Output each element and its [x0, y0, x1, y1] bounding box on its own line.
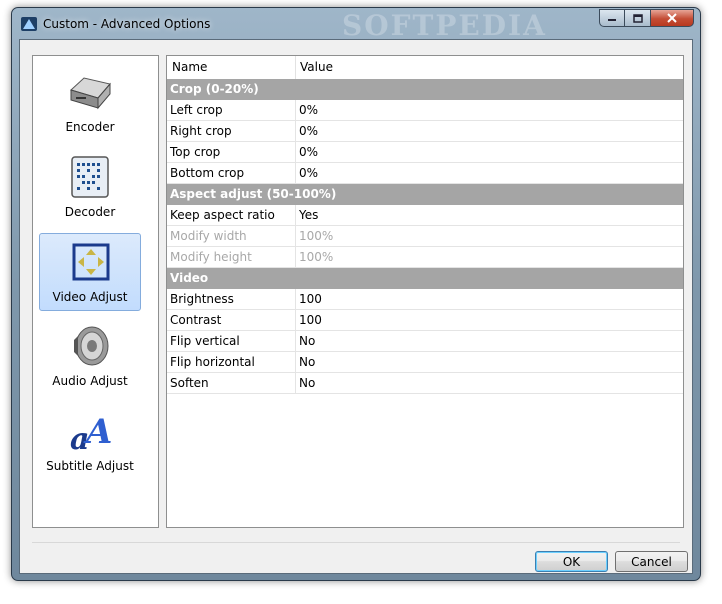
property-name: Left crop: [170, 103, 223, 117]
nav-label-encoder: Encoder: [65, 120, 115, 134]
audio-adjust-icon: [74, 326, 109, 366]
footer-divider: [32, 542, 680, 543]
property-name: Flip horizontal: [170, 355, 255, 369]
cancel-button[interactable]: Cancel: [615, 551, 688, 572]
section-title: Aspect adjust (50-100%): [170, 187, 337, 201]
property-name: Flip vertical: [170, 334, 240, 348]
property-grid: Name Value Crop (0-20%) Left crop 0% Right …: [166, 55, 684, 528]
nav-item-audio-adjust[interactable]: Audio Adjust: [39, 318, 141, 396]
grid-property-row[interactable]: Flip vertical No: [167, 331, 683, 352]
cell-divider: [295, 226, 296, 246]
nav-label-video-adjust: Video Adjust: [52, 290, 128, 304]
property-name: Modify width: [170, 229, 247, 243]
grid-header: Name Value: [167, 56, 683, 80]
nav-item-subtitle-adjust[interactable]: a A Subtitle Adjust: [39, 403, 141, 481]
cell-divider: [295, 247, 296, 267]
grid-property-row: Modify height 100%: [167, 247, 683, 268]
nav-label-decoder: Decoder: [64, 205, 116, 219]
grid-property-row[interactable]: Bottom crop 0%: [167, 163, 683, 184]
property-name: Keep aspect ratio: [170, 208, 275, 222]
cell-divider: [295, 142, 296, 162]
minimize-icon: [608, 19, 616, 21]
dialog-client-area: Encoder Decoder Video Adjust Audio Adjus…: [19, 39, 693, 574]
grid-section-row: Aspect adjust (50-100%): [167, 184, 683, 205]
grid-property-row[interactable]: Soften No: [167, 373, 683, 394]
property-value[interactable]: Yes: [299, 208, 318, 222]
property-value[interactable]: 0%: [299, 145, 318, 159]
encoder-icon: [70, 77, 111, 110]
grid-property-row[interactable]: Top crop 0%: [167, 142, 683, 163]
property-value[interactable]: 0%: [299, 103, 318, 117]
nav-label-subtitle-adjust: Subtitle Adjust: [46, 459, 134, 473]
cell-divider: [295, 352, 296, 372]
cell-divider: [295, 205, 296, 225]
property-name: Modify height: [170, 250, 252, 264]
watermark-logo: SOFTPEDIA: [342, 9, 547, 42]
app-icon: [21, 17, 37, 31]
maximize-icon: [632, 13, 643, 23]
property-name: Right crop: [170, 124, 232, 138]
property-name: Bottom crop: [170, 166, 245, 180]
property-name: Top crop: [170, 145, 221, 159]
property-value[interactable]: No: [299, 355, 315, 369]
section-title: Crop (0-20%): [170, 82, 259, 96]
cell-divider: [295, 289, 296, 309]
column-divider[interactable]: [295, 56, 296, 79]
maximize-button[interactable]: [625, 9, 651, 27]
grid-property-row[interactable]: Right crop 0%: [167, 121, 683, 142]
cell-divider: [295, 331, 296, 351]
grid-property-row[interactable]: Left crop 0%: [167, 100, 683, 121]
window-title: Custom - Advanced Options: [43, 17, 211, 31]
nav-item-decoder[interactable]: Decoder: [39, 149, 141, 227]
caption-buttons: [599, 9, 694, 27]
grid-property-row[interactable]: Contrast 100: [167, 310, 683, 331]
dialog-window: Custom - Advanced Options SOFTPEDIA Enco…: [11, 7, 701, 581]
property-value[interactable]: 100: [299, 292, 322, 306]
property-name: Contrast: [170, 313, 222, 327]
category-list: Encoder Decoder Video Adjust Audio Adjus…: [32, 55, 159, 528]
column-header-name[interactable]: Name: [172, 60, 207, 74]
svg-text:A: A: [83, 412, 112, 452]
property-value[interactable]: 100: [299, 313, 322, 327]
ok-button[interactable]: OK: [535, 551, 608, 572]
property-value[interactable]: 0%: [299, 124, 318, 138]
subtitle-adjust-icon: a A: [70, 412, 112, 453]
cell-divider: [295, 121, 296, 141]
property-name: Soften: [170, 376, 209, 390]
cell-divider: [295, 373, 296, 393]
video-adjust-icon: [72, 243, 110, 281]
close-icon: [667, 13, 677, 23]
property-value[interactable]: No: [299, 334, 315, 348]
column-header-value[interactable]: Value: [300, 60, 333, 74]
grid-section-row: Video: [167, 268, 683, 289]
nav-item-video-adjust[interactable]: Video Adjust: [39, 233, 141, 311]
grid-section-row: Crop (0-20%): [167, 79, 683, 100]
cell-divider: [295, 100, 296, 120]
title-bar[interactable]: Custom - Advanced Options SOFTPEDIA: [12, 8, 700, 42]
grid-property-row[interactable]: Keep aspect ratio Yes: [167, 205, 683, 226]
cell-divider: [295, 310, 296, 330]
close-button[interactable]: [651, 9, 694, 27]
property-name: Brightness: [170, 292, 234, 306]
property-value: 100%: [299, 229, 334, 243]
cell-divider: [295, 163, 296, 183]
grid-property-row[interactable]: Flip horizontal No: [167, 352, 683, 373]
nav-item-encoder[interactable]: Encoder: [39, 64, 141, 142]
decoder-icon: [71, 156, 109, 198]
property-value[interactable]: 0%: [299, 166, 318, 180]
grid-property-row[interactable]: Brightness 100: [167, 289, 683, 310]
property-value[interactable]: No: [299, 376, 315, 390]
grid-property-row: Modify width 100%: [167, 226, 683, 247]
minimize-button[interactable]: [599, 9, 625, 27]
nav-label-audio-adjust: Audio Adjust: [52, 374, 128, 388]
section-title: Video: [170, 271, 209, 285]
property-value: 100%: [299, 250, 334, 264]
